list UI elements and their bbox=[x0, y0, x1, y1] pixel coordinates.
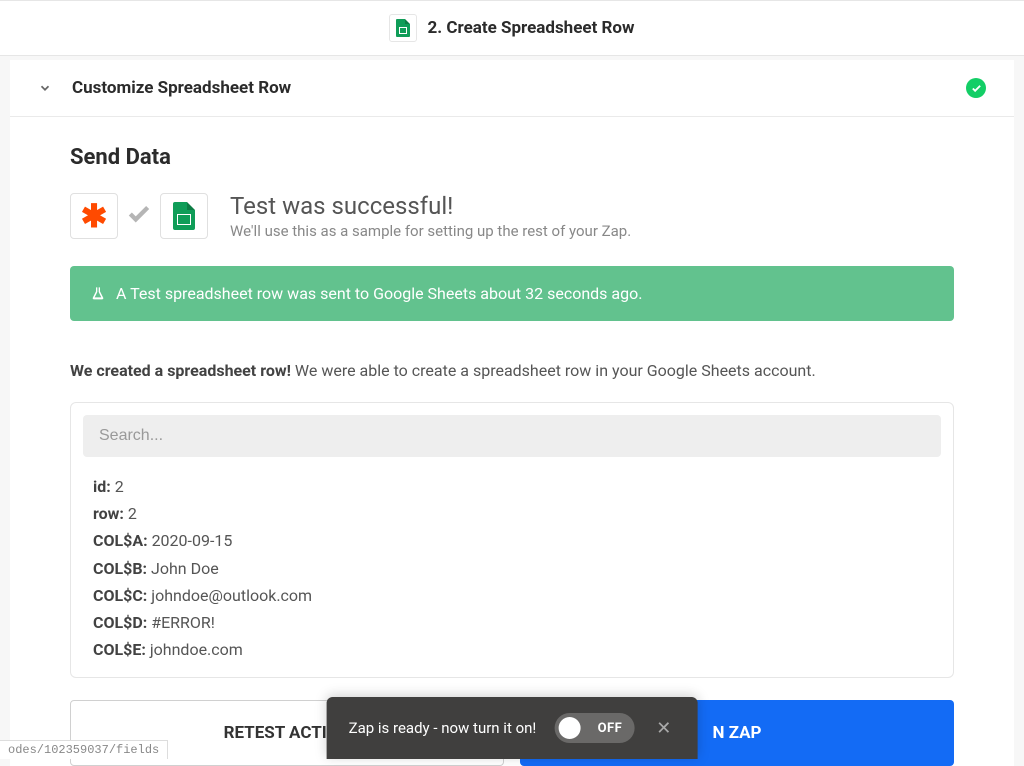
field-list: id: 2row: 2COL$A: 2020-09-15COL$B: John … bbox=[71, 469, 953, 677]
created-message: We created a spreadsheet row! We were ab… bbox=[70, 361, 954, 380]
step-title: 2. Create Spreadsheet Row bbox=[427, 18, 634, 38]
close-icon[interactable]: ✕ bbox=[652, 718, 675, 739]
search-input[interactable] bbox=[83, 415, 941, 457]
field-row: COL$E: johndoe.com bbox=[93, 636, 931, 663]
field-row: COL$D: #ERROR! bbox=[93, 609, 931, 636]
field-row: id: 2 bbox=[93, 473, 931, 500]
flask-icon bbox=[90, 286, 106, 302]
field-row: COL$C: johndoe@outlook.com bbox=[93, 582, 931, 609]
step-header: 2. Create Spreadsheet Row bbox=[0, 0, 1024, 56]
banner-text: A Test spreadsheet row was sent to Googl… bbox=[116, 284, 642, 303]
zapier-icon: ✱ bbox=[70, 193, 118, 239]
chevron-down-icon bbox=[38, 81, 52, 95]
field-row: row: 2 bbox=[93, 500, 931, 527]
flow-row: ✱ Test was successful! We'll use this as… bbox=[70, 192, 954, 240]
customize-section-header[interactable]: Customize Spreadsheet Row bbox=[10, 60, 1014, 117]
status-success-icon bbox=[966, 78, 986, 98]
on-off-toggle[interactable]: OFF bbox=[554, 713, 634, 743]
toast-text: Zap is ready - now turn it on! bbox=[349, 719, 537, 737]
field-row: COL$A: 2020-09-15 bbox=[93, 527, 931, 554]
results-box: id: 2row: 2COL$A: 2020-09-15COL$B: John … bbox=[70, 402, 954, 678]
status-url-hint: odes/102359037/fields bbox=[0, 740, 168, 759]
sheets-icon bbox=[389, 14, 417, 42]
result-heading: Test was successful! bbox=[230, 192, 631, 220]
toggle-label: OFF bbox=[598, 721, 623, 736]
ready-toast: Zap is ready - now turn it on! OFF ✕ bbox=[327, 697, 698, 759]
success-banner: A Test spreadsheet row was sent to Googl… bbox=[70, 266, 954, 321]
section-title: Customize Spreadsheet Row bbox=[72, 78, 966, 98]
checkmark-icon bbox=[126, 201, 152, 231]
result-subtext: We'll use this as a sample for setting u… bbox=[230, 222, 631, 240]
sheets-icon bbox=[160, 193, 208, 239]
field-row: COL$B: John Doe bbox=[93, 555, 931, 582]
send-data-heading: Send Data bbox=[70, 145, 954, 170]
